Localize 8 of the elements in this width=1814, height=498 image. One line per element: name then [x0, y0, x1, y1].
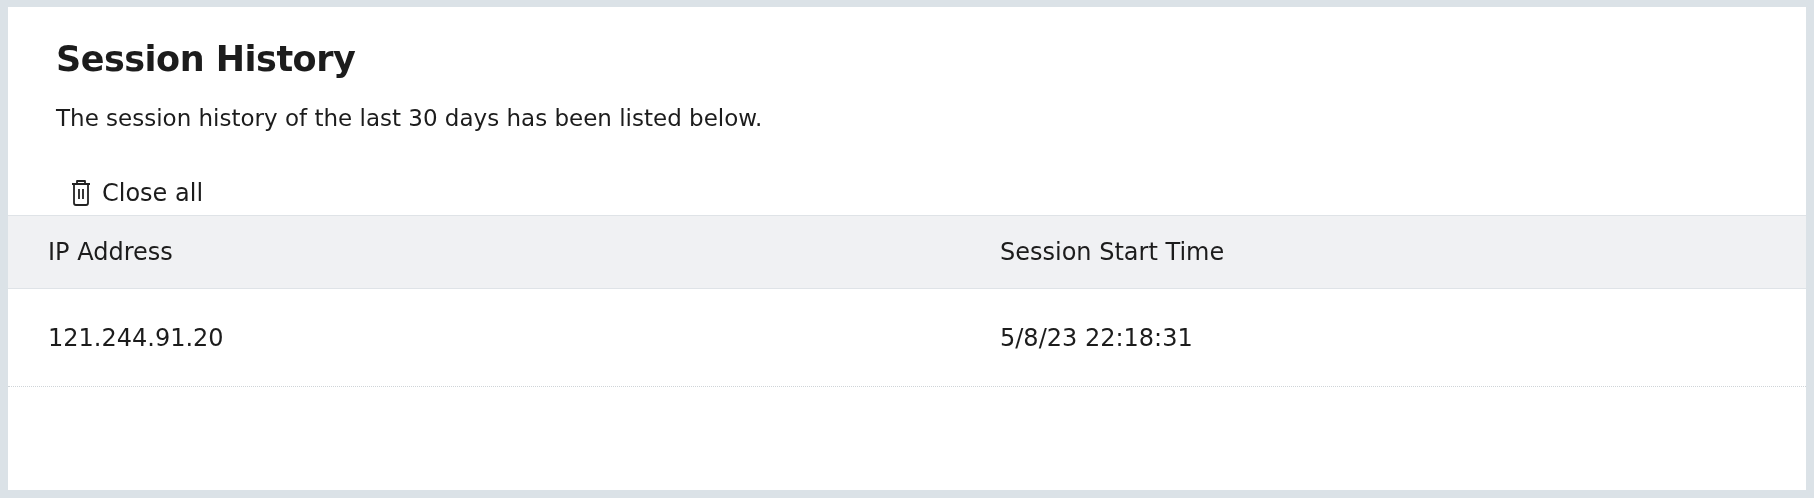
column-header: Session Start Time [1000, 238, 1225, 266]
trash-icon [70, 179, 92, 207]
table-cell: 5/8/23 22:18:31 [1000, 323, 1193, 352]
page-title: Session History [56, 38, 357, 81]
column-header: IP Address [47, 238, 174, 266]
table-cell-text: 121.244.91.20 [47, 323, 225, 352]
description-text: The session history of the last 30 days has been listed below. [56, 104, 764, 133]
close-all-button[interactable]: Close all [70, 179, 204, 207]
